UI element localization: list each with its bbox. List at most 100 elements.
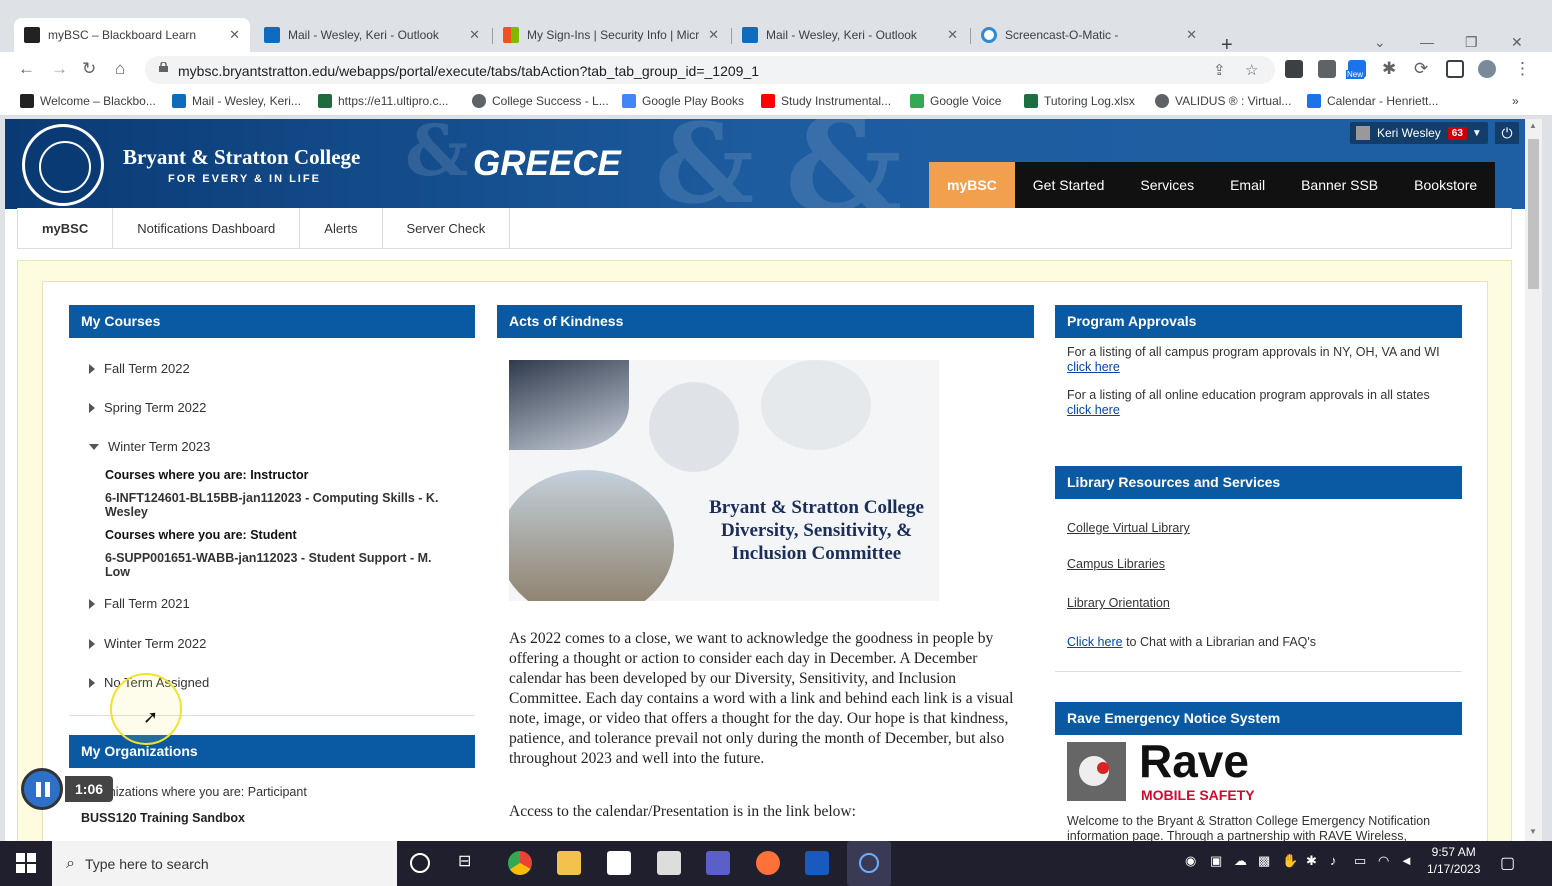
library-link-orientation[interactable]: Library Orientation xyxy=(1067,596,1170,611)
wifi-icon[interactable]: ◠ xyxy=(1378,853,1389,869)
scrollbar-thumb[interactable] xyxy=(1528,139,1539,289)
bluetooth-icon[interactable]: ✱ xyxy=(1306,853,1317,869)
puzzle-icon[interactable]: ✱ xyxy=(1382,59,1396,79)
windows-start-icon[interactable] xyxy=(16,853,36,873)
store-icon[interactable] xyxy=(607,851,631,875)
term-winter-2022[interactable]: Winter Term 2022 xyxy=(89,636,206,651)
nav-services[interactable]: Services xyxy=(1122,162,1212,208)
bookmark-item[interactable]: Google Voice xyxy=(910,94,1001,108)
bookmark-item[interactable]: Google Play Books xyxy=(622,94,744,108)
menu-kebab-icon[interactable]: ⋮ xyxy=(1514,59,1531,79)
approvals-link-campus[interactable]: click here xyxy=(1067,360,1120,374)
library-link-campus[interactable]: Campus Libraries xyxy=(1067,557,1165,572)
library-link-virtual[interactable]: College Virtual Library xyxy=(1067,521,1190,536)
close-tab-icon[interactable]: ✕ xyxy=(708,27,719,43)
bookmark-star-icon[interactable]: ☆ xyxy=(1245,61,1258,79)
bookmark-item[interactable]: Calendar - Henriett... xyxy=(1307,94,1438,108)
extension-z-icon[interactable] xyxy=(1285,60,1303,78)
extension-icon[interactable] xyxy=(1318,60,1336,78)
calendar-icon xyxy=(1307,94,1321,108)
screencast-taskbar-button[interactable] xyxy=(847,841,891,886)
term-winter-2023[interactable]: Winter Term 2023 xyxy=(89,439,210,454)
close-window-button[interactable]: ✕ xyxy=(1511,34,1523,51)
side-panel-icon[interactable] xyxy=(1446,60,1464,78)
tray-icon[interactable]: ◉ xyxy=(1185,853,1196,869)
term-fall-2022[interactable]: Fall Term 2022 xyxy=(89,361,190,376)
org-link[interactable]: BUSS120 Training Sandbox xyxy=(81,811,245,825)
reload-icon[interactable]: ↻ xyxy=(82,59,96,79)
restore-button[interactable]: ❐ xyxy=(1465,34,1478,51)
course-link-student-support[interactable]: 6-SUPP001651-WABB-jan112023 - Student Su… xyxy=(105,551,455,579)
forward-icon[interactable]: → xyxy=(51,59,68,79)
file-explorer-icon[interactable] xyxy=(557,851,581,875)
close-tab-icon[interactable]: ✕ xyxy=(229,27,240,43)
task-view-icon[interactable]: ⊟ xyxy=(458,851,482,875)
bookmark-item[interactable]: College Success - L... xyxy=(472,94,609,108)
more-bookmarks-icon[interactable]: » xyxy=(1512,94,1519,108)
onedrive-icon[interactable]: ☁ xyxy=(1234,853,1247,869)
chrome-icon[interactable] xyxy=(508,851,532,875)
tab-outlook-2[interactable]: Mail - Wesley, Keri - Outlook ✕ xyxy=(732,18,968,52)
nav-bookstore[interactable]: Bookstore xyxy=(1396,162,1495,208)
notifications-icon[interactable]: ▢ xyxy=(1500,853,1515,873)
address-bar[interactable]: mybsc.bryantstratton.edu/webapps/portal/… xyxy=(145,56,1275,84)
nav-mybsc[interactable]: myBSC xyxy=(929,162,1015,208)
tab-search-icon[interactable]: ⌄ xyxy=(1374,34,1386,51)
logout-icon[interactable]: ⏻ xyxy=(1495,122,1519,144)
word-icon[interactable] xyxy=(805,851,829,875)
nav-get-started[interactable]: Get Started xyxy=(1015,162,1123,208)
scroll-up-icon[interactable]: ▲ xyxy=(1529,121,1537,130)
tab-alerts[interactable]: Alerts xyxy=(300,208,383,248)
tab-notifications-dashboard[interactable]: Notifications Dashboard xyxy=(113,208,301,248)
close-tab-icon[interactable]: ✕ xyxy=(947,27,958,43)
bookmark-item[interactable]: Welcome – Blackbo... xyxy=(20,94,156,108)
taskbar-search[interactable]: ⌕ Type here to search xyxy=(52,841,397,886)
profile-avatar[interactable] xyxy=(1478,60,1496,78)
tab-server-check[interactable]: Server Check xyxy=(383,208,511,248)
nav-banner-ssb[interactable]: Banner SSB xyxy=(1283,162,1396,208)
approvals-link-online[interactable]: click here xyxy=(1067,403,1120,417)
cortana-icon[interactable] xyxy=(410,853,430,873)
tab-mybsc[interactable]: myBSC – Blackboard Learn ✕ xyxy=(14,18,250,52)
page-scrollbar[interactable]: ▲ ▼ xyxy=(1525,119,1542,841)
tray-icon[interactable]: ▣ xyxy=(1210,853,1222,869)
battery-icon[interactable]: ▭ xyxy=(1354,853,1366,869)
teams-icon[interactable] xyxy=(706,851,730,875)
tray-icon[interactable]: ✋ xyxy=(1282,853,1298,869)
outlook-icon xyxy=(172,94,186,108)
library-chat-link[interactable]: Click here xyxy=(1067,635,1123,649)
extension-new-icon[interactable]: New xyxy=(1346,60,1366,79)
bookmark-item[interactable]: Tutoring Log.xlsx xyxy=(1024,94,1135,108)
microphone-icon[interactable]: ♪ xyxy=(1330,853,1337,868)
term-spring-2022[interactable]: Spring Term 2022 xyxy=(89,400,206,415)
course-link-computing-skills[interactable]: 6-INFT124601-BL15BB-jan112023 - Computin… xyxy=(105,491,455,519)
bookmark-item[interactable]: https://e11.ultipro.c... xyxy=(318,94,449,108)
minimize-button[interactable]: — xyxy=(1420,34,1434,50)
bookmark-item[interactable]: Mail - Wesley, Keri... xyxy=(172,94,301,108)
bookmark-item[interactable]: Study Instrumental... xyxy=(761,94,891,108)
mail-icon[interactable] xyxy=(657,851,681,875)
bookmark-item[interactable]: VALIDUS ® : Virtual... xyxy=(1155,94,1291,108)
user-menu[interactable]: Keri Wesley 63 ▼ xyxy=(1350,122,1488,144)
tab-screencast[interactable]: Screencast-O-Matic - ✕ xyxy=(971,18,1207,52)
college-seal-logo[interactable] xyxy=(22,124,104,206)
taskbar-clock[interactable]: 9:57 AM 1/17/2023 xyxy=(1427,844,1480,878)
tab-security-info[interactable]: My Sign-Ins | Security Info | Micr ✕ xyxy=(493,18,729,52)
acts-of-kindness-module: Acts of Kindness Bryant & Stratton Colle… xyxy=(497,305,1034,841)
close-tab-icon[interactable]: ✕ xyxy=(469,27,480,43)
term-fall-2021[interactable]: Fall Term 2021 xyxy=(89,596,190,611)
home-icon[interactable]: ⌂ xyxy=(115,59,125,79)
teams-tray-icon[interactable]: ▩ xyxy=(1258,853,1270,869)
sync-icon[interactable]: ⟳ xyxy=(1414,59,1428,79)
firefox-icon[interactable] xyxy=(756,851,780,875)
tab-outlook-1[interactable]: Mail - Wesley, Keri - Outlook ✕ xyxy=(254,18,490,52)
volume-icon[interactable]: ◄ xyxy=(1400,853,1413,868)
back-icon[interactable]: ← xyxy=(18,59,35,79)
close-tab-icon[interactable]: ✕ xyxy=(1186,27,1197,43)
new-badge: New xyxy=(1346,70,1365,79)
pause-recording-button[interactable] xyxy=(21,768,63,810)
nav-email[interactable]: Email xyxy=(1212,162,1283,208)
share-icon[interactable]: ⇪ xyxy=(1213,61,1226,79)
tab-mybsc[interactable]: myBSC xyxy=(18,208,114,248)
scroll-down-icon[interactable]: ▼ xyxy=(1529,827,1537,836)
